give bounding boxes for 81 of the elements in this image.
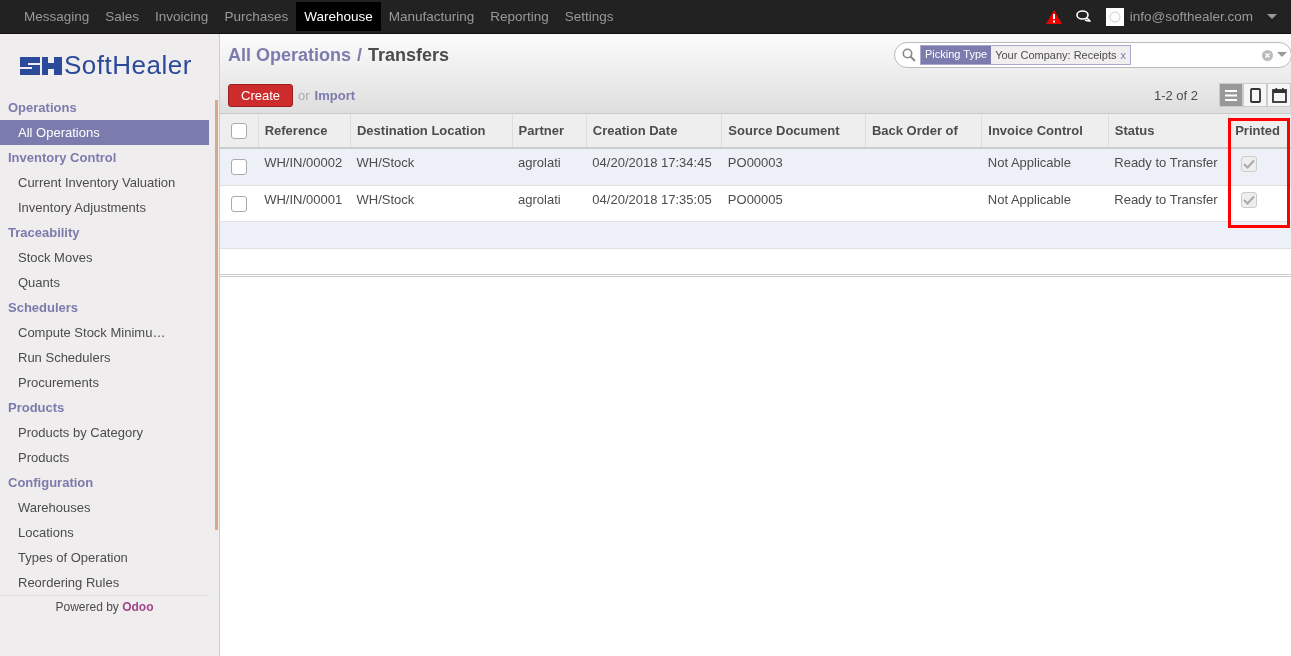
menu-item[interactable]: Warehouse xyxy=(296,2,381,31)
calendar-view-button[interactable] xyxy=(1267,83,1291,107)
table-cell: PO00003 xyxy=(721,148,866,186)
sidebar-item[interactable]: Stock Moves xyxy=(0,245,209,270)
search-facet[interactable]: Picking Type Your Company: Receipts x xyxy=(920,45,1131,65)
sidebar-item[interactable]: Inventory Adjustments xyxy=(0,195,209,220)
section-header: Operations xyxy=(7,99,78,117)
column-header[interactable]: Destination Location xyxy=(350,114,513,148)
column-header[interactable]: Partner xyxy=(512,114,587,148)
table-cell: Not Applicable xyxy=(981,148,1109,186)
table-cell: PO00005 xyxy=(721,185,866,222)
table-cell: agrolati xyxy=(512,185,587,222)
select-all-checkbox[interactable] xyxy=(230,122,247,139)
sidebar-item[interactable]: All Operations xyxy=(0,120,209,145)
sidebar-item[interactable]: Current Inventory Valuation xyxy=(0,170,209,195)
menu-item[interactable]: Reporting xyxy=(482,2,557,31)
sidebar-item[interactable]: Quants xyxy=(0,270,209,295)
table-cell: 04/20/2018 17:34:45 xyxy=(586,148,722,186)
create-button[interactable]: Create xyxy=(228,83,294,107)
facet-label: Picking Type xyxy=(921,46,992,64)
avatar-icon xyxy=(1105,7,1124,26)
menu-item[interactable]: Purchases xyxy=(216,2,297,31)
row-checkbox[interactable] xyxy=(231,195,248,212)
menu-item[interactable]: Settings xyxy=(556,2,622,31)
list-icon xyxy=(1225,89,1237,101)
table-cell: Ready to Transfer xyxy=(1108,148,1229,186)
menu-item[interactable]: Invoicing xyxy=(147,2,217,31)
menu-item[interactable]: Manufacturing xyxy=(380,2,483,31)
sidebar-item[interactable]: Warehouses xyxy=(0,495,209,520)
sidebar-item[interactable]: Products xyxy=(0,445,209,470)
user-menu[interactable]: info@softhealer.com xyxy=(1129,9,1253,24)
search-field[interactable]: Picking Type Your Company: Receipts x xyxy=(894,42,1291,68)
chat-icon[interactable] xyxy=(1075,10,1092,23)
column-header[interactable]: Reference xyxy=(258,114,351,148)
section-header: Products xyxy=(7,399,66,417)
search-icon xyxy=(902,48,916,62)
sidebar-item[interactable]: Run Schedulers xyxy=(0,345,209,370)
remove-facet-button[interactable]: x xyxy=(1120,49,1130,61)
column-header[interactable]: Status xyxy=(1108,114,1229,148)
menu-item[interactable]: Messaging xyxy=(16,2,98,31)
row-checkbox[interactable] xyxy=(231,159,248,176)
warning-icon[interactable] xyxy=(1045,9,1062,24)
form-icon xyxy=(1249,87,1261,103)
form-view-button[interactable] xyxy=(1243,83,1267,107)
table-cell: WH/Stock xyxy=(350,185,513,222)
breadcrumb-separator: / xyxy=(357,44,363,66)
table-cell: WH/IN/00001 xyxy=(258,185,351,222)
table-cell: Ready to Transfer xyxy=(1108,185,1229,222)
scrollbar-thumb[interactable] xyxy=(215,100,218,530)
facet-value: Your Company: Receipts xyxy=(994,49,1118,61)
breadcrumb-link[interactable]: All Operations xyxy=(228,44,352,66)
table-cell: WH/Stock xyxy=(350,148,513,186)
column-header[interactable]: Back Order of xyxy=(865,114,982,148)
sidebar-item[interactable]: Products by Category xyxy=(0,420,209,445)
section-header: Traceability xyxy=(7,224,81,242)
column-header[interactable]: Source Document xyxy=(721,114,866,148)
column-header[interactable]: Creation Date xyxy=(586,114,722,148)
section-header: Inventory Control xyxy=(7,149,118,167)
sidebar-item[interactable]: Reordering Rules xyxy=(0,570,209,595)
table-cell: Not Applicable xyxy=(981,185,1109,222)
table-cell: 04/20/2018 17:35:05 xyxy=(586,185,722,222)
sidebar-item[interactable]: Types of Operation xyxy=(0,545,209,570)
powered-by-text: Powered by Odoo xyxy=(0,595,209,614)
sidebar-item[interactable]: Locations xyxy=(0,520,209,545)
pager-text: 1-2 of 2 xyxy=(1153,87,1198,103)
or-text: or xyxy=(298,87,310,103)
clear-icon[interactable] xyxy=(1262,49,1273,61)
section-header: Configuration xyxy=(7,474,95,492)
column-header[interactable]: Invoice Control xyxy=(981,114,1109,148)
page-title: Transfers xyxy=(368,44,450,66)
dropdown-caret-icon[interactable] xyxy=(1277,52,1287,58)
logo-icon xyxy=(20,54,62,77)
sidebar-item[interactable]: Procurements xyxy=(0,370,209,395)
section-header: Schedulers xyxy=(7,299,80,317)
calendar-icon xyxy=(1271,87,1287,103)
menu-item[interactable]: Sales xyxy=(97,2,148,31)
caret-icon[interactable] xyxy=(1267,13,1277,20)
table-cell: agrolati xyxy=(512,148,587,186)
table-cell: WH/IN/00002 xyxy=(258,148,351,186)
logo-text: SoftHealer xyxy=(64,50,192,81)
sidebar-item[interactable]: Compute Stock Minimu… xyxy=(0,320,209,345)
